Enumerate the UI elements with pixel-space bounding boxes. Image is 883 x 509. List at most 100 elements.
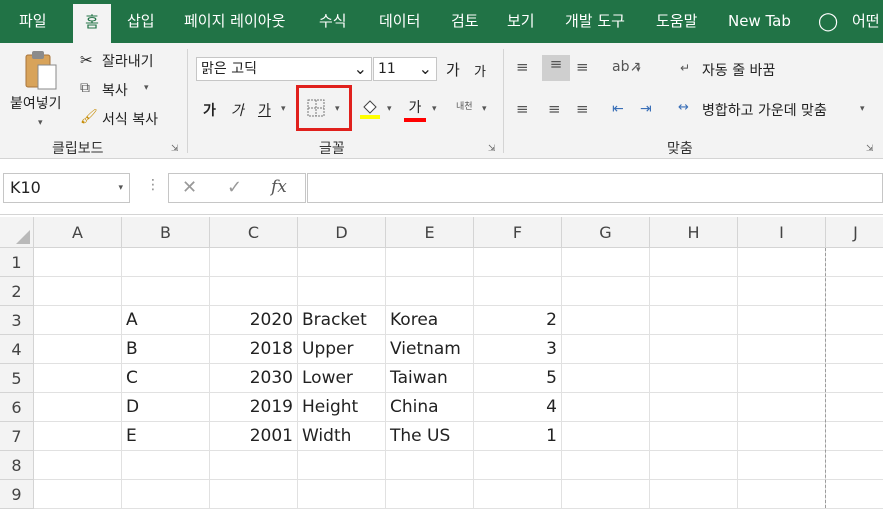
underline-dropdown[interactable]: ▾ <box>281 104 286 114</box>
cell-g5[interactable] <box>562 364 650 393</box>
cell-a6[interactable] <box>34 393 122 422</box>
column-header-h[interactable]: H <box>650 217 738 248</box>
cell-j4[interactable] <box>826 335 883 364</box>
wrap-text-icon[interactable]: ↵ <box>680 61 690 75</box>
cell-e4[interactable]: Vietnam <box>386 335 474 364</box>
cell-g1[interactable] <box>562 248 650 277</box>
tab-insert[interactable]: 삽입 <box>127 0 155 43</box>
cell-d3[interactable]: Bracket <box>298 306 386 335</box>
tab-formulas[interactable]: 수식 <box>319 0 347 43</box>
name-box[interactable]: K10 ▾ <box>3 173 130 203</box>
align-left-icon[interactable]: ≡ <box>516 100 529 118</box>
cell-i3[interactable] <box>738 306 826 335</box>
cell-g3[interactable] <box>562 306 650 335</box>
enter-icon[interactable]: ✓ <box>227 177 242 198</box>
cell-b7[interactable]: E <box>122 422 210 451</box>
row-header-8[interactable]: 8 <box>0 451 34 480</box>
paste-button[interactable]: 붙여넣기 <box>10 93 62 113</box>
cell-a8[interactable] <box>34 451 122 480</box>
font-name-combo[interactable]: 맑은 고딕 ⌄ <box>196 57 372 81</box>
tell-me-search[interactable]: 어떤 <box>852 0 880 43</box>
align-top-icon[interactable]: ≡ <box>516 58 529 76</box>
cell-d5[interactable]: Lower <box>298 364 386 393</box>
cell-g2[interactable] <box>562 277 650 306</box>
align-right-icon[interactable]: ≡ <box>576 100 589 118</box>
tab-file[interactable]: 파일 <box>19 0 47 43</box>
cell-e2[interactable] <box>386 277 474 306</box>
cell-i6[interactable] <box>738 393 826 422</box>
phonetic-dropdown[interactable]: ▾ <box>482 104 487 114</box>
cell-h8[interactable] <box>650 451 738 480</box>
cell-f4[interactable]: 3 <box>474 335 562 364</box>
cell-h2[interactable] <box>650 277 738 306</box>
cell-i4[interactable] <box>738 335 826 364</box>
align-center-icon[interactable]: ≡ <box>548 100 561 118</box>
cell-e7[interactable]: The US <box>386 422 474 451</box>
cell-f9[interactable] <box>474 480 562 509</box>
cell-d1[interactable] <box>298 248 386 277</box>
select-all-corner[interactable] <box>0 217 34 248</box>
fill-color-icon[interactable] <box>360 97 380 119</box>
cell-b5[interactable]: C <box>122 364 210 393</box>
row-header-9[interactable]: 9 <box>0 480 34 509</box>
font-color-dropdown[interactable]: ▾ <box>432 104 437 114</box>
paste-dropdown[interactable]: ▾ <box>38 118 43 128</box>
cell-i2[interactable] <box>738 277 826 306</box>
clipboard-launcher-icon[interactable]: ⇲ <box>171 144 179 154</box>
grow-font-button[interactable]: 가 <box>446 59 460 80</box>
cell-h7[interactable] <box>650 422 738 451</box>
cell-f5[interactable]: 5 <box>474 364 562 393</box>
tab-data[interactable]: 데이터 <box>379 0 420 43</box>
align-middle-icon[interactable]: ≡ <box>542 55 570 81</box>
fill-color-dropdown[interactable]: ▾ <box>387 104 392 114</box>
italic-button[interactable]: 가 <box>231 100 244 120</box>
font-launcher-icon[interactable]: ⇲ <box>488 144 496 154</box>
cell-e1[interactable] <box>386 248 474 277</box>
align-bottom-icon[interactable]: ≡ <box>576 58 589 76</box>
borders-icon[interactable] <box>306 98 326 118</box>
cell-a5[interactable] <box>34 364 122 393</box>
font-size-combo[interactable]: 11 ⌄ <box>373 57 437 81</box>
cell-c9[interactable] <box>210 480 298 509</box>
column-header-e[interactable]: E <box>386 217 474 248</box>
cell-b4[interactable]: B <box>122 335 210 364</box>
cell-d7[interactable]: Width <box>298 422 386 451</box>
copy-icon[interactable]: ⧉ <box>80 80 90 96</box>
row-header-5[interactable]: 5 <box>0 364 34 393</box>
column-header-f[interactable]: F <box>474 217 562 248</box>
cell-i8[interactable] <box>738 451 826 480</box>
cell-h9[interactable] <box>650 480 738 509</box>
cell-a1[interactable] <box>34 248 122 277</box>
name-box-dropdown[interactable]: ▾ <box>118 174 123 202</box>
orientation-dropdown[interactable]: ▾ <box>636 65 641 75</box>
cell-f6[interactable]: 4 <box>474 393 562 422</box>
cell-d9[interactable] <box>298 480 386 509</box>
chevron-down-icon[interactable]: ⌄ <box>354 58 367 80</box>
cell-a9[interactable] <box>34 480 122 509</box>
cell-d2[interactable] <box>298 277 386 306</box>
cell-j5[interactable] <box>826 364 883 393</box>
cell-c7[interactable]: 2001 <box>210 422 298 451</box>
row-header-7[interactable]: 7 <box>0 422 34 451</box>
cell-b3[interactable]: A <box>122 306 210 335</box>
cell-d6[interactable]: Height <box>298 393 386 422</box>
underline-button[interactable]: 가 <box>258 100 271 120</box>
cell-c4[interactable]: 2018 <box>210 335 298 364</box>
cell-j6[interactable] <box>826 393 883 422</box>
cut-icon[interactable]: ✂ <box>80 51 93 69</box>
tab-home[interactable]: 홈 <box>73 4 111 43</box>
cell-i1[interactable] <box>738 248 826 277</box>
cell-c3[interactable]: 2020 <box>210 306 298 335</box>
column-header-j[interactable]: J <box>826 217 883 248</box>
cell-a4[interactable] <box>34 335 122 364</box>
row-header-4[interactable]: 4 <box>0 335 34 364</box>
cell-f2[interactable] <box>474 277 562 306</box>
cell-j8[interactable] <box>826 451 883 480</box>
cell-j2[interactable] <box>826 277 883 306</box>
increase-indent-icon[interactable]: ⇥ <box>640 101 652 117</box>
cancel-icon[interactable]: ✕ <box>182 177 197 198</box>
copy-button[interactable]: 복사 <box>102 80 128 100</box>
column-header-a[interactable]: A <box>34 217 122 248</box>
borders-dropdown[interactable]: ▾ <box>335 104 340 114</box>
tab-view[interactable]: 보기 <box>507 0 535 43</box>
